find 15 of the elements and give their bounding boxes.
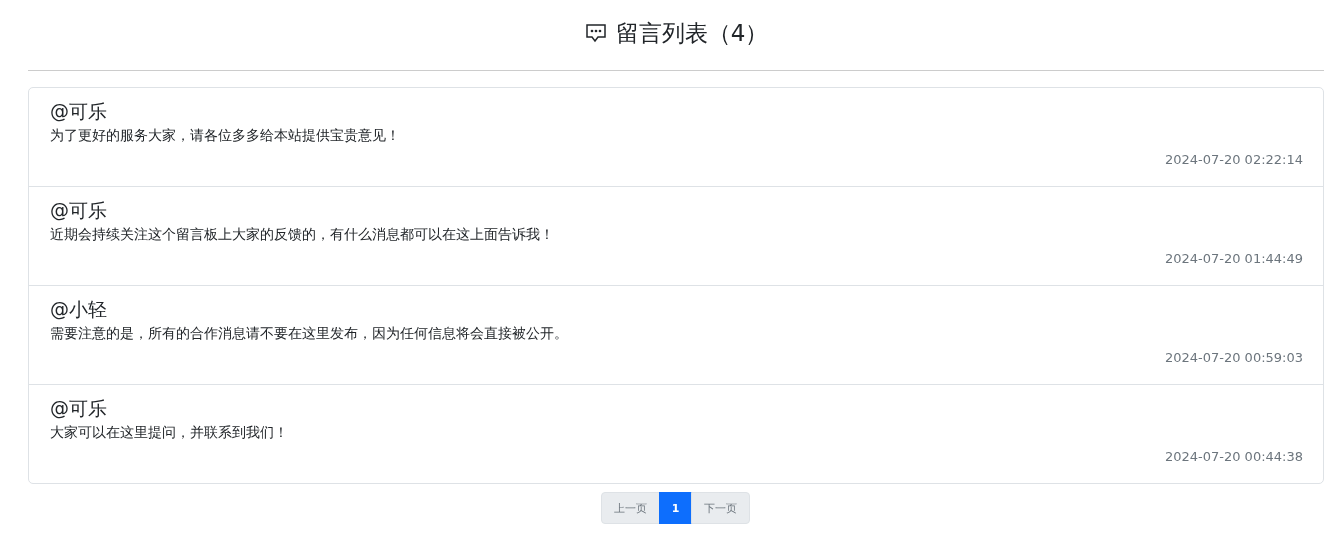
message-author: @小轻 xyxy=(50,297,108,322)
page-title: 留言列表（4） xyxy=(615,18,769,48)
message-time: 2024-07-20 00:59:03 xyxy=(1163,350,1303,365)
message-time: 2024-07-20 00:44:38 xyxy=(1163,449,1303,464)
message-author: @可乐 xyxy=(50,396,108,421)
message-time: 2024-07-20 02:22:14 xyxy=(1163,152,1303,167)
message-content: 大家可以在这里提问，并联系到我们！ xyxy=(50,423,289,442)
message-content: 为了更好的服务大家，请各位多多给本站提供宝贵意见！ xyxy=(50,126,401,145)
chat-icon xyxy=(583,21,608,45)
message-content: 近期会持续关注这个留言板上大家的反馈的，有什么消息都可以在这上面告诉我！ xyxy=(50,225,555,244)
page-button[interactable]: 1 xyxy=(658,492,693,524)
message-author: @可乐 xyxy=(50,99,108,124)
message-author: @可乐 xyxy=(50,198,108,223)
message-time: 2024-07-20 01:44:49 xyxy=(1163,251,1303,266)
message-content: 需要注意的是，所有的合作消息请不要在这里发布，因为任何信息将会直接被公开。 xyxy=(50,324,569,343)
